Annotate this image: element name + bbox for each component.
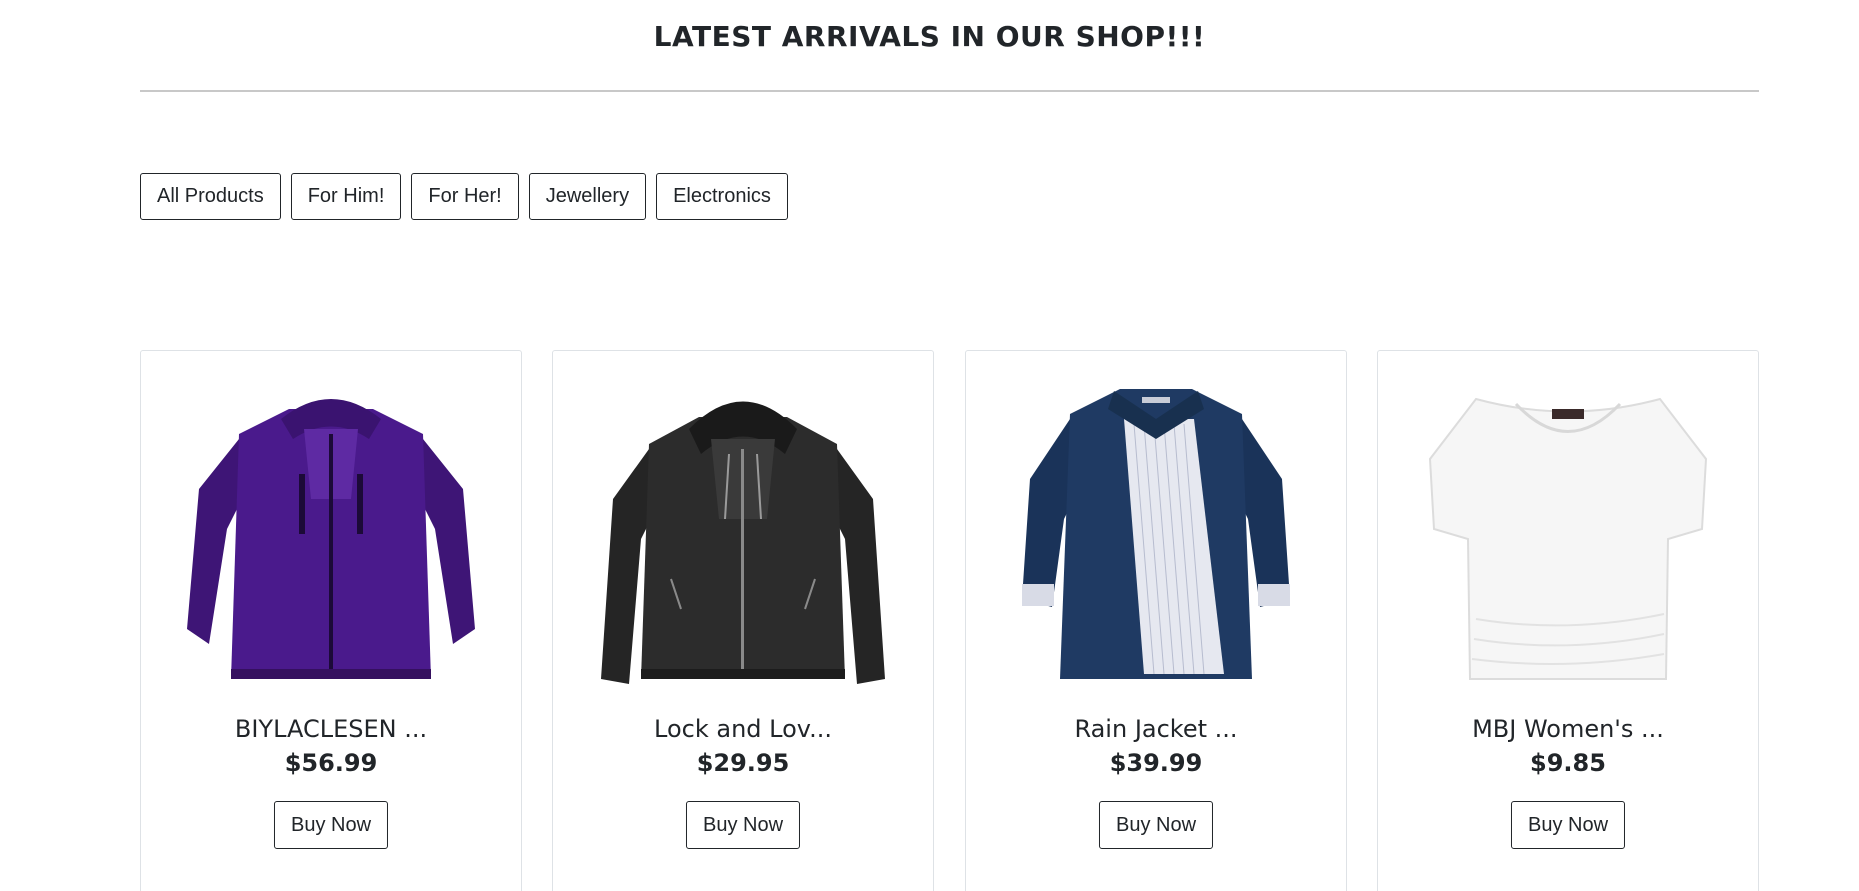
product-price: $29.95 [696,749,790,777]
heading-divider [140,90,1759,92]
filter-for-him-button[interactable]: For Him! [290,173,402,220]
product-price: $39.99 [1109,749,1203,777]
page-title: LATEST ARRIVALS IN OUR SHOP!!! [653,20,1206,53]
product-card: BIYLACLESEN ... $56.99 Buy Now [140,350,522,891]
product-title[interactable]: Lock and Lov... [553,715,933,743]
product-title[interactable]: MBJ Women's ... [1378,715,1758,743]
category-filter-bar: All Products For Him! For Her! Jewellery… [140,173,788,220]
white-tshirt-image[interactable] [1406,379,1730,699]
product-card: Rain Jacket ... $39.99 Buy Now [965,350,1347,891]
purple-hooded-jacket-image[interactable] [169,379,493,699]
product-grid: BIYLACLESEN ... $56.99 Buy Now Lock and … [140,350,1759,891]
navy-rain-jacket-image[interactable] [994,379,1318,699]
buy-now-button[interactable]: Buy Now [1098,801,1214,849]
product-title[interactable]: Rain Jacket ... [966,715,1346,743]
buy-now-button[interactable]: Buy Now [273,801,389,849]
product-title[interactable]: BIYLACLESEN ... [141,715,521,743]
buy-now-button[interactable]: Buy Now [1510,801,1626,849]
filter-for-her-button[interactable]: For Her! [411,173,519,220]
product-card: Lock and Lov... $29.95 Buy Now [552,350,934,891]
product-price: $9.85 [1530,749,1606,777]
product-price: $56.99 [284,749,378,777]
filter-jewellery-button[interactable]: Jewellery [528,173,647,220]
buy-now-button[interactable]: Buy Now [685,801,801,849]
shop-page: LATEST ARRIVALS IN OUR SHOP!!! All Produ… [0,0,1859,891]
filter-electronics-button[interactable]: Electronics [656,173,788,220]
filter-all-products-button[interactable]: All Products [140,173,281,220]
black-leather-hooded-jacket-image[interactable] [581,379,905,699]
product-card: MBJ Women's ... $9.85 Buy Now [1377,350,1759,891]
